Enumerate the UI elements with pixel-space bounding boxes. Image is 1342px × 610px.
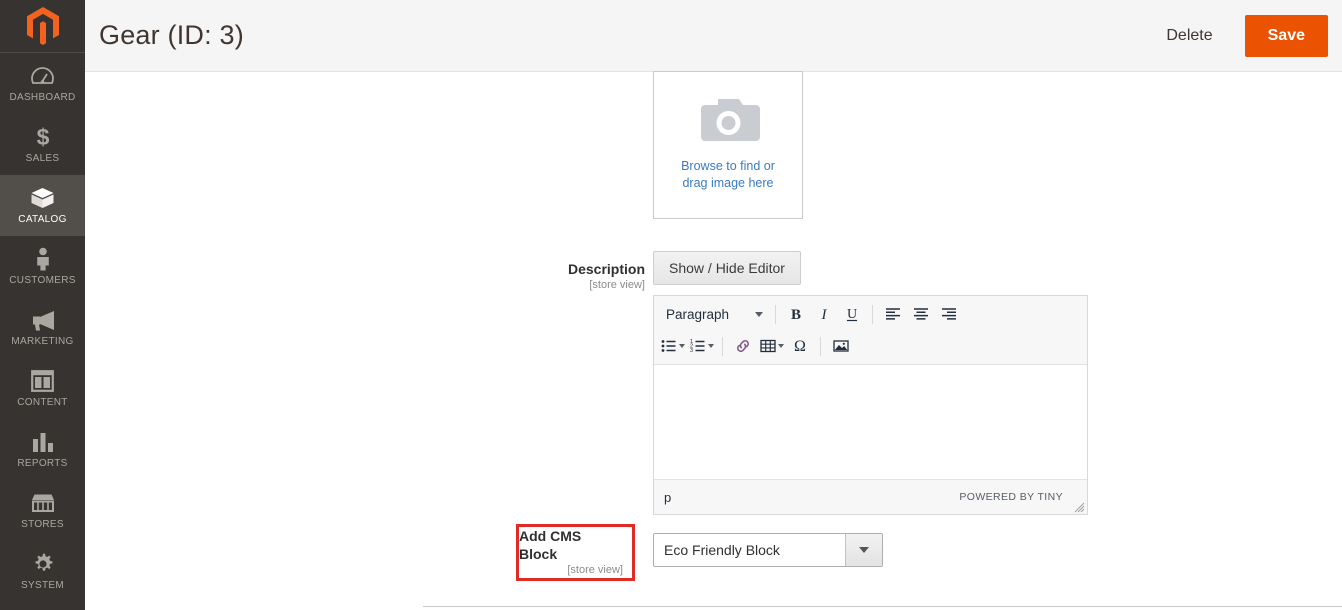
sidebar-item-catalog[interactable]: CATALOG — [0, 175, 85, 236]
bar-chart-icon — [31, 430, 55, 454]
sidebar-item-stores[interactable]: STORES — [0, 480, 85, 541]
editor-branding: POWERED BY TINY — [959, 491, 1063, 503]
sidebar-item-system[interactable]: SYSTEM — [0, 541, 85, 602]
sidebar-item-label: DASHBOARD — [9, 92, 76, 103]
editor-content-area[interactable] — [654, 365, 1087, 479]
toolbar-separator — [775, 304, 777, 324]
dollar-icon: $ — [35, 125, 51, 149]
magento-product-edit-page: DASHBOARD $ SALES CATALOG CUSTOMERS MARK… — [0, 0, 1342, 610]
page-actions: Delete Save — [1152, 0, 1342, 71]
storefront-icon — [30, 491, 56, 515]
add-cms-block-scope: [store view] — [567, 564, 623, 576]
insert-image-icon[interactable] — [827, 333, 855, 359]
admin-sidebar: DASHBOARD $ SALES CATALOG CUSTOMERS MARK… — [0, 0, 85, 610]
uploader-line-1: Browse to find or — [681, 159, 775, 173]
layout-icon — [31, 369, 54, 393]
special-character-icon[interactable]: Ω — [786, 333, 814, 359]
toolbar-separator — [872, 304, 874, 324]
editor-resize-handle[interactable] — [1073, 500, 1085, 513]
chevron-down-icon — [778, 344, 784, 348]
underline-icon[interactable]: U — [838, 301, 866, 327]
sidebar-item-label: CONTENT — [17, 397, 68, 408]
chevron-down-icon — [755, 311, 764, 317]
paragraph-format-label: Paragraph — [666, 306, 730, 322]
editor-status-bar: p POWERED BY TINY — [654, 479, 1087, 514]
editor-toolbar-row-2: 123 Ω — [654, 330, 1087, 362]
magento-logo[interactable] — [0, 0, 85, 53]
align-center-icon[interactable] — [907, 301, 935, 327]
sidebar-item-label: STORES — [21, 519, 64, 530]
editor-toolbar: Paragraph B I U 1 2 3 Ω — [654, 296, 1087, 365]
cms-block-select[interactable]: Eco Friendly Block — [653, 533, 883, 567]
sidebar-item-sales[interactable]: $ SALES — [0, 114, 85, 175]
add-cms-block-label: Add CMS Block — [519, 528, 582, 562]
uploader-instruction: Browse to find or drag image here — [681, 158, 775, 192]
sidebar-item-label: SALES — [25, 153, 60, 164]
sidebar-item-customers[interactable]: CUSTOMERS — [0, 236, 85, 297]
sidebar-item-dashboard[interactable]: DASHBOARD — [0, 53, 85, 114]
section-divider — [423, 606, 1342, 607]
gear-icon — [31, 552, 55, 576]
chevron-down-icon — [859, 547, 869, 553]
editor-toolbar-row-1: Paragraph B I U — [654, 298, 1087, 330]
dropdown-arrow-button[interactable] — [845, 534, 882, 566]
description-scope: [store view] — [589, 279, 645, 291]
magento-logo-icon — [26, 7, 59, 45]
editor-element-path[interactable]: p — [664, 490, 671, 505]
page-content: Browse to find or drag image here Descri… — [85, 71, 1342, 610]
uploader-line-2: drag image here — [682, 176, 774, 190]
megaphone-icon — [30, 308, 56, 332]
description-label-group: Description [store view] — [415, 260, 645, 293]
chevron-down-icon — [679, 344, 685, 348]
align-right-icon[interactable] — [935, 301, 963, 327]
save-button[interactable]: Save — [1244, 14, 1328, 57]
show-hide-editor-button[interactable]: Show / Hide Editor — [653, 251, 801, 285]
align-left-icon[interactable] — [879, 301, 907, 327]
delete-button[interactable]: Delete — [1152, 19, 1226, 53]
link-icon[interactable] — [729, 333, 757, 359]
add-cms-block-label-highlight: Add CMS Block [store view] — [516, 524, 635, 581]
camera-icon — [697, 94, 760, 149]
person-icon — [35, 247, 51, 271]
box-icon — [30, 186, 55, 210]
sidebar-item-content[interactable]: CONTENT — [0, 358, 85, 419]
svg-text:3: 3 — [690, 348, 693, 354]
toolbar-separator — [820, 336, 821, 356]
italic-icon[interactable]: I — [810, 301, 838, 327]
description-label: Description — [567, 261, 645, 277]
page-title: Gear (ID: 3) — [99, 20, 244, 50]
sidebar-item-label: REPORTS — [17, 458, 68, 469]
svg-text:Ω: Ω — [794, 338, 806, 355]
paragraph-format-select[interactable]: Paragraph — [658, 301, 769, 327]
image-upload-placeholder[interactable]: Browse to find or drag image here — [653, 71, 803, 219]
toolbar-separator — [722, 336, 723, 356]
sidebar-item-label: CATALOG — [18, 214, 67, 225]
svg-text:I: I — [821, 307, 828, 323]
sidebar-item-marketing[interactable]: MARKETING — [0, 297, 85, 358]
sidebar-item-label: MARKETING — [11, 336, 74, 347]
bold-icon[interactable]: B — [782, 301, 810, 327]
svg-text:$: $ — [36, 125, 49, 149]
table-icon[interactable] — [757, 333, 786, 359]
sidebar-item-label: CUSTOMERS — [9, 275, 76, 286]
dashboard-icon — [31, 64, 54, 88]
svg-text:B: B — [791, 307, 801, 323]
svg-text:U: U — [847, 307, 857, 322]
sidebar-item-reports[interactable]: REPORTS — [0, 419, 85, 480]
page-header: Gear (ID: 3) Delete Save — [85, 0, 1342, 72]
chevron-down-icon — [708, 344, 714, 348]
numbered-list-icon[interactable]: 123 — [687, 333, 716, 359]
cms-block-selected-value: Eco Friendly Block — [664, 542, 780, 558]
bullet-list-icon[interactable] — [658, 333, 687, 359]
wysiwyg-editor: Paragraph B I U 1 2 3 Ω p POWERED BY TIN… — [653, 295, 1088, 515]
sidebar-item-label: SYSTEM — [21, 580, 64, 591]
